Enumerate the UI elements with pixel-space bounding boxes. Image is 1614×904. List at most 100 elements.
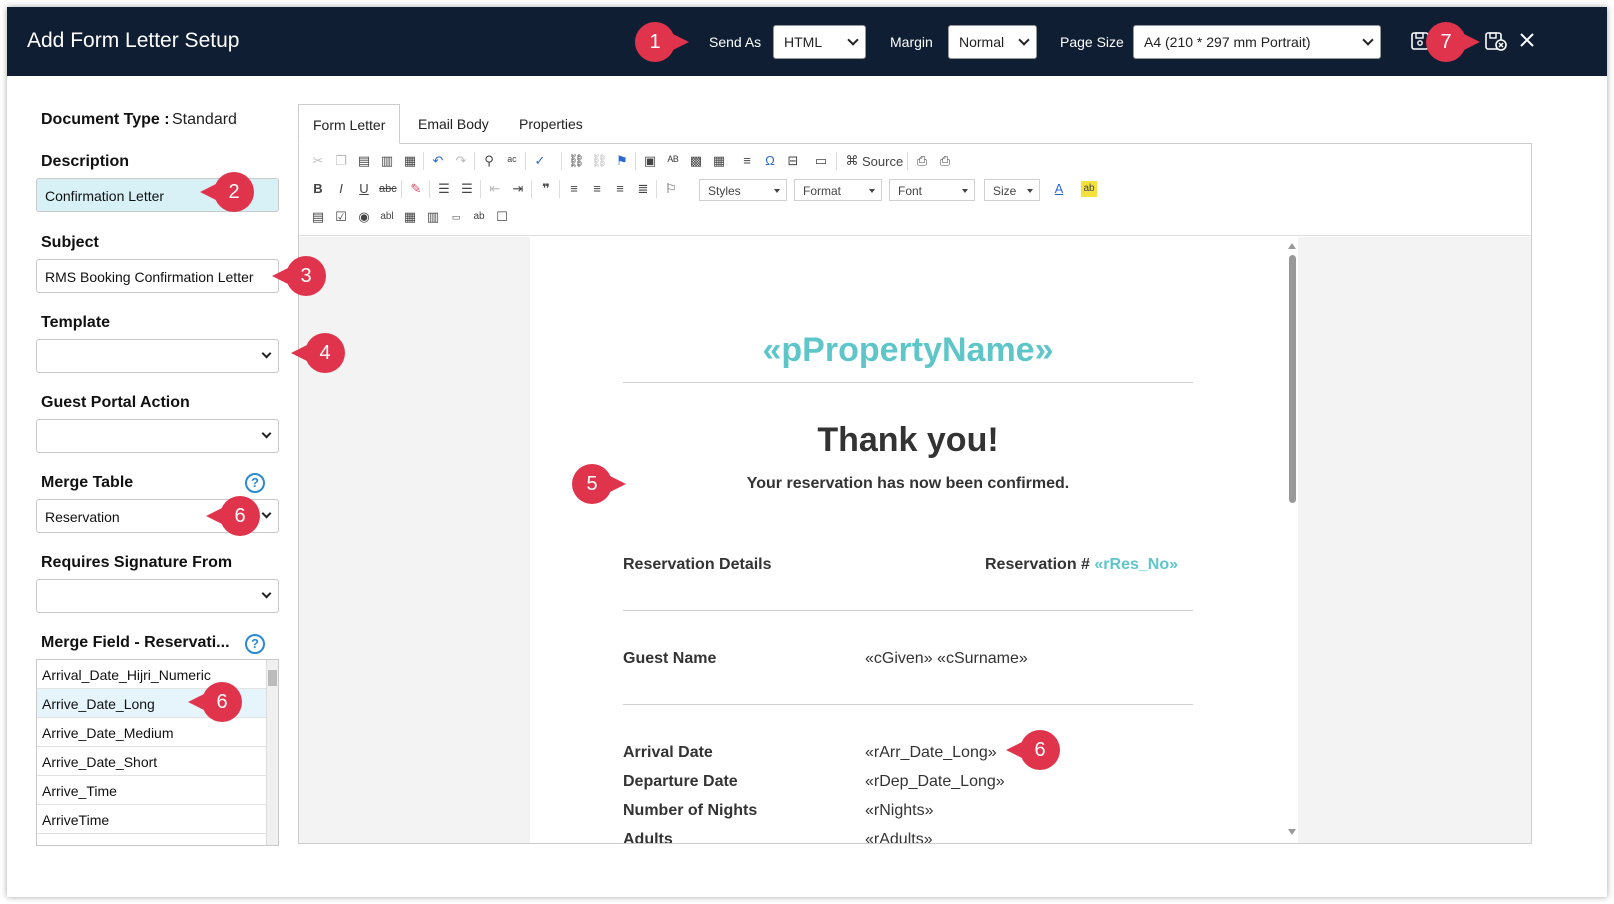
text-field-icon[interactable]: abl — [379, 209, 395, 225]
reservation-details-label: Reservation Details — [623, 556, 772, 573]
paste-icon[interactable]: ▤ — [356, 153, 372, 169]
close-icon[interactable] — [1518, 31, 1536, 54]
source-button[interactable]: Source — [862, 154, 903, 169]
image-button-icon[interactable]: ab — [471, 209, 487, 225]
letter-page[interactable]: «pPropertyName» Thank you! Your reservat… — [530, 237, 1286, 843]
underline-icon[interactable]: U — [356, 181, 372, 197]
help-icon[interactable]: ? — [245, 473, 265, 493]
rich-text-editor: ✂ ❐ ▤ ▥ ▦ ↶ ↷ ⚲ ᵃᶜ ✓ ⛓ ⛓ ⚑ ▣ ᴬᴮ ▩ ▦ ≡ Ω … — [298, 143, 1532, 844]
redo-icon[interactable]: ↷ — [453, 153, 469, 169]
paste-text-icon[interactable]: ▥ — [379, 153, 395, 169]
italic-icon[interactable]: I — [333, 181, 349, 197]
bullet-list-icon[interactable]: ☰ — [459, 181, 475, 197]
preview-icon[interactable]: ⎙ — [914, 153, 930, 169]
copy-icon[interactable]: ❐ — [333, 153, 349, 169]
size-dropdown-label: Size — [993, 184, 1017, 198]
scrollbar-thumb[interactable] — [1289, 255, 1296, 503]
merge-table-label: Merge Table — [41, 474, 134, 491]
toolbar-separator — [474, 152, 475, 170]
help-icon[interactable]: ? — [245, 634, 265, 654]
link-icon[interactable]: ⛓ — [568, 153, 585, 169]
dialog-title: Add Form Letter Setup — [27, 29, 240, 52]
flash-icon[interactable]: ᴬᴮ — [665, 153, 681, 169]
print-icon[interactable]: ⎙ — [937, 153, 953, 169]
outdent-icon[interactable]: ⇤ — [487, 181, 503, 197]
merge-table-value: Reservation — [45, 509, 120, 525]
margin-value: Normal — [959, 34, 1005, 50]
template-select[interactable] — [36, 339, 279, 373]
callout-badge: 5 — [572, 464, 626, 504]
undo-icon[interactable]: ↶ — [430, 153, 446, 169]
hidden-field-icon[interactable]: ☐ — [494, 209, 510, 225]
toolbar-separator — [531, 180, 532, 198]
format-dropdown[interactable]: Format — [794, 179, 882, 201]
page-size-select[interactable]: A4 (210 * 297 mm Portrait) — [1133, 25, 1381, 59]
toolbar-separator — [656, 180, 657, 198]
remove-format-icon[interactable]: ✎ — [408, 181, 424, 197]
requires-signature-select[interactable] — [36, 579, 279, 613]
align-right-icon[interactable]: ≡ — [612, 181, 628, 197]
list-item[interactable]: Arrive_Time — [37, 776, 267, 805]
language-icon[interactable]: ⚐ — [663, 181, 679, 197]
spellcheck-icon[interactable]: ✓ — [532, 153, 548, 169]
image-icon[interactable]: ▣ — [642, 153, 658, 169]
cut-icon[interactable]: ✂ — [310, 153, 326, 169]
scrollbar-thumb[interactable] — [268, 670, 277, 686]
subject-input[interactable]: RMS Booking Confirmation Letter — [36, 259, 279, 293]
indent-icon[interactable]: ⇥ — [510, 181, 526, 197]
text-color-icon[interactable]: A — [1051, 181, 1067, 197]
departure-date-merge-field: «rDep_Date_Long» — [865, 773, 1005, 790]
send-as-select[interactable]: HTML — [773, 25, 866, 59]
tab-email-body[interactable]: Email Body — [404, 104, 503, 144]
special-char-icon[interactable]: Ω — [762, 153, 778, 169]
align-center-icon[interactable]: ≡ — [589, 181, 605, 197]
scroll-down-icon[interactable] — [1288, 829, 1296, 835]
replace-icon[interactable]: ᵃᶜ — [504, 153, 520, 169]
radio-icon[interactable]: ◉ — [356, 209, 372, 225]
tab-properties[interactable]: Properties — [505, 104, 597, 144]
numbered-list-icon[interactable]: ☰ — [436, 181, 452, 197]
paste-word-icon[interactable]: ▦ — [402, 153, 418, 169]
scroll-up-icon[interactable] — [1288, 243, 1296, 249]
background-color-icon[interactable]: ab — [1081, 181, 1097, 197]
size-dropdown[interactable]: Size — [984, 179, 1040, 201]
callout-badge: 2 — [200, 172, 254, 212]
align-left-icon[interactable]: ≡ — [566, 181, 582, 197]
save-and-close-icon[interactable] — [1484, 31, 1508, 58]
toolbar-separator — [480, 180, 481, 198]
editor-canvas[interactable]: «pPropertyName» Thank you! Your reservat… — [299, 237, 1531, 843]
tab-form-letter[interactable]: Form Letter — [298, 104, 401, 144]
toolbar-separator — [525, 152, 526, 170]
find-icon[interactable]: ⚲ — [481, 153, 497, 169]
list-scrollbar[interactable] — [266, 660, 278, 845]
anchor-icon[interactable]: ⚑ — [614, 153, 630, 169]
margin-select[interactable]: Normal — [948, 25, 1037, 59]
blockquote-icon[interactable]: ❞ — [538, 181, 554, 197]
list-item[interactable]: ArriveTime — [37, 805, 267, 834]
textarea-icon[interactable]: ▦ — [402, 209, 418, 225]
strikethrough-icon[interactable]: abc — [379, 181, 397, 197]
merge-field-list[interactable]: Arrival_Date_Hijri_Numeric Arrive_Date_L… — [36, 659, 279, 846]
image-alt-icon[interactable]: ▩ — [688, 153, 704, 169]
reservation-number-label: Reservation # — [985, 556, 1095, 573]
form-icon[interactable]: ▤ — [310, 209, 326, 225]
styles-dropdown[interactable]: Styles — [699, 179, 787, 201]
source-icon[interactable]: ⌘ — [844, 153, 860, 169]
editor-scrollbar[interactable] — [1286, 237, 1298, 843]
unlink-icon[interactable]: ⛓ — [591, 153, 608, 169]
justify-icon[interactable]: ≣ — [635, 181, 651, 197]
guest-portal-action-select[interactable] — [36, 419, 279, 453]
font-dropdown[interactable]: Font — [889, 179, 975, 201]
select-field-icon[interactable]: ▥ — [425, 209, 441, 225]
checkbox-icon[interactable]: ☑ — [333, 209, 349, 225]
iframe-icon[interactable]: ▭ — [813, 153, 829, 169]
bold-icon[interactable]: B — [310, 181, 326, 197]
button-field-icon[interactable]: ▭ — [448, 209, 464, 225]
list-item[interactable]: Arrive_Date_Medium — [37, 718, 267, 747]
horizontal-line-icon[interactable]: ≡ — [739, 153, 755, 169]
property-name-merge-field: «pPropertyName» — [762, 331, 1054, 369]
list-item[interactable]: Arrive_Date_Short — [37, 747, 267, 776]
chevron-down-icon — [1018, 34, 1030, 46]
page-break-icon[interactable]: ⊟ — [785, 153, 801, 169]
table-icon[interactable]: ▦ — [711, 153, 727, 169]
